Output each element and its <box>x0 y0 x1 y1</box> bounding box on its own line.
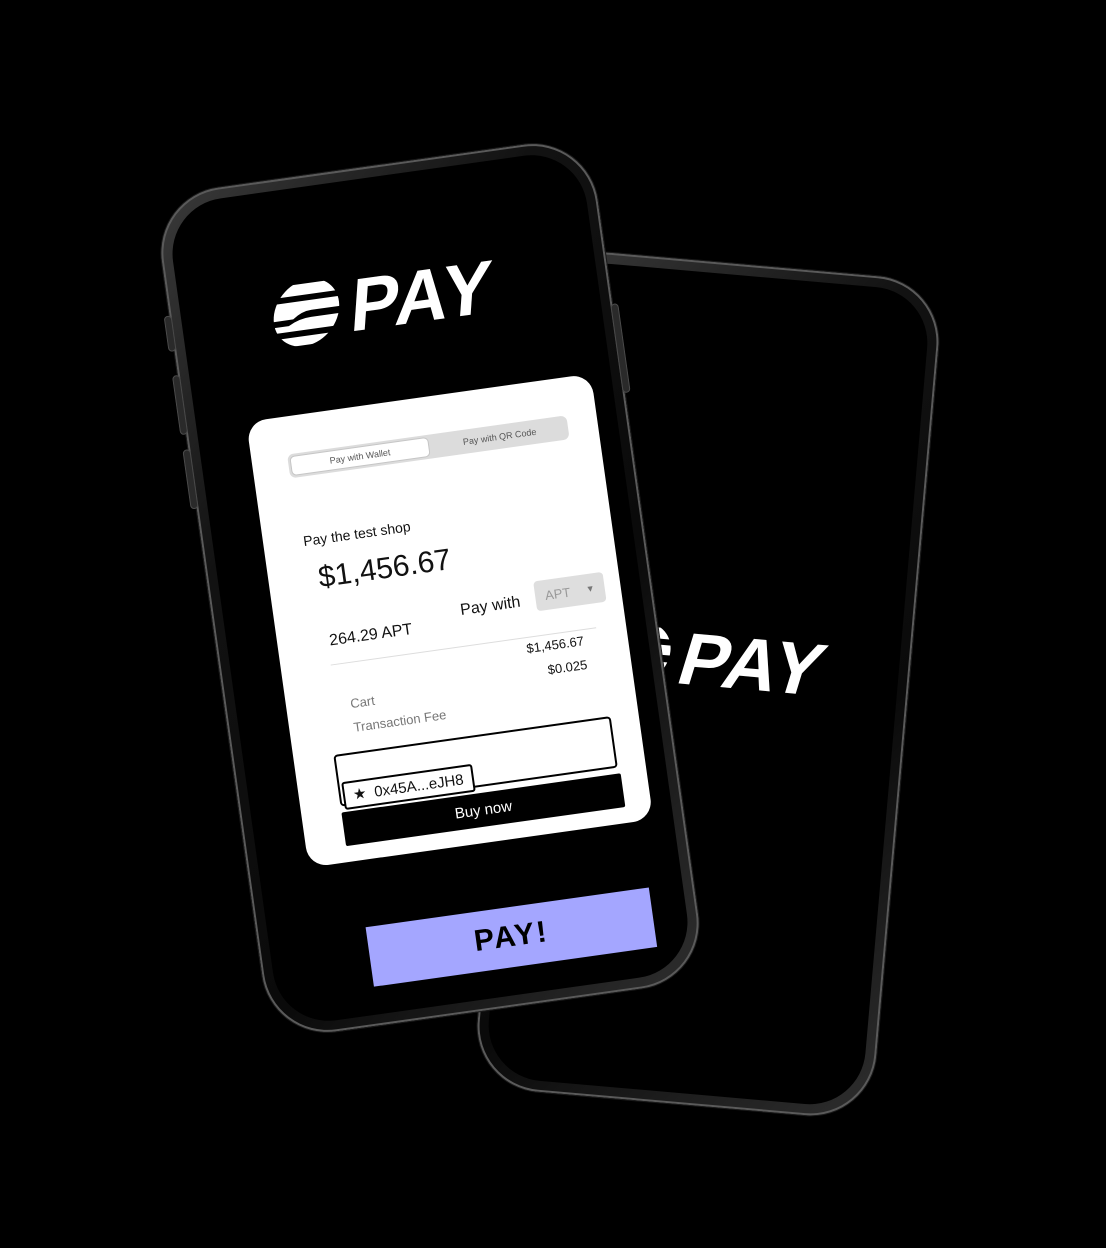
tab-pay-with-qr-code[interactable]: Pay with QR Code <box>430 415 570 458</box>
crypto-amount: 264.29 APT <box>328 620 414 650</box>
tab-pay-with-wallet[interactable]: Pay with Wallet <box>289 436 431 477</box>
volume-up-button <box>171 374 189 436</box>
total-amount: $1,456.67 <box>316 543 453 595</box>
caret-down-icon: ▼ <box>585 583 596 595</box>
payment-method-toggle: Pay with Wallet Pay with QR Code <box>287 415 570 479</box>
currency-select[interactable]: APT ▼ <box>533 571 607 612</box>
star-icon: ★ <box>351 784 368 804</box>
shop-title: Pay the test shop <box>302 518 412 550</box>
pay-with-label: Pay with <box>459 593 522 619</box>
checkout-card: Pay with Wallet Pay with QR Code Pay the… <box>246 373 654 868</box>
mute-switch <box>163 315 177 353</box>
pay-logo-icon <box>271 278 342 351</box>
back-logo-text: PAY <box>668 617 837 712</box>
volume-down-button <box>182 449 199 510</box>
front-logo-text: PAY <box>348 243 496 349</box>
transaction-fee-label: Transaction Fee <box>352 707 448 735</box>
front-logo: PAY <box>269 243 496 355</box>
pay-button[interactable]: PAY! <box>365 887 658 987</box>
currency-selected: APT <box>544 584 572 603</box>
cart-label: Cart <box>349 692 376 712</box>
wallet-address: 0x45A...eJH8 <box>373 770 465 801</box>
transaction-fee-value: $0.025 <box>546 656 589 678</box>
